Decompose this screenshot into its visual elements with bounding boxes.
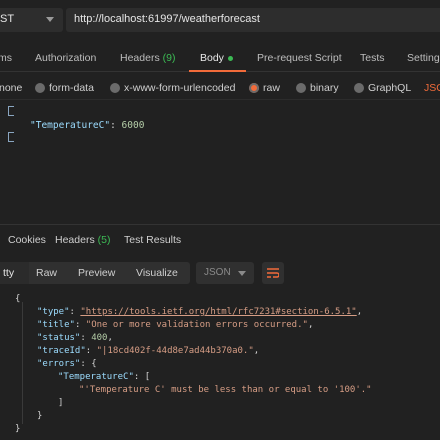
json-close-bracket: ]	[58, 398, 64, 408]
tab-pre-request-script[interactable]: Pre-request Script	[257, 52, 342, 64]
fold-open-icon	[8, 106, 14, 116]
request-value: 6000	[121, 120, 145, 131]
request-tabs: ms Authorization Headers (9) Body Pre-re…	[0, 46, 440, 72]
indent-guide	[22, 302, 23, 424]
json-errors-line: "errors": {	[37, 359, 97, 369]
tab-authorization[interactable]: Authorization	[35, 52, 96, 64]
response-toolbar: tty Raw Preview Visualize JSON	[0, 258, 440, 286]
chevron-down-icon	[238, 271, 246, 276]
radio-binary-label[interactable]: binary	[310, 82, 339, 94]
json-status-line: "status": 400,	[37, 333, 113, 343]
response-format-label: JSON	[204, 267, 231, 278]
tab-cookies[interactable]: Cookies	[8, 234, 46, 246]
tab-body[interactable]: Body	[200, 52, 233, 64]
request-body-line: "TemperatureC": 6000	[30, 120, 145, 131]
type-link[interactable]: "https://tools.ietf.org/html/rfc7231#sec…	[80, 307, 356, 317]
json-type-line: "type": "https://tools.ietf.org/html/rfc…	[37, 307, 363, 317]
radio-graphql-label[interactable]: GraphQL	[368, 82, 411, 94]
radio-button-form-data[interactable]	[35, 83, 45, 93]
tab-params[interactable]: ms	[0, 52, 12, 64]
json-close-inner: }	[37, 411, 43, 421]
url-input[interactable]: http://localhost:61997/weatherforecast	[66, 8, 440, 32]
radio-none[interactable]: none	[0, 82, 22, 94]
tab-response-headers[interactable]: Headers (5)	[55, 234, 110, 246]
active-tab-underline	[189, 70, 246, 72]
fold-close-icon	[8, 132, 14, 142]
json-close-brace: }	[15, 424, 21, 434]
headers-count: (9)	[162, 52, 176, 64]
view-pretty-button[interactable]: tty	[0, 262, 29, 284]
request-url-bar: ST http://localhost:61997/weatherforecas…	[0, 0, 440, 40]
http-method-label: ST	[0, 13, 15, 25]
http-method-select[interactable]: ST	[0, 8, 63, 32]
tab-headers[interactable]: Headers (9)	[120, 52, 175, 64]
json-temperature-key-line: "TemperatureC": [	[58, 372, 151, 382]
json-traceid-line: "traceId": "|18cd402f-44d8e7ad44b370a0."…	[37, 346, 260, 356]
json-open-brace: {	[15, 294, 21, 304]
radio-button-graphql[interactable]	[354, 83, 364, 93]
url-text: http://localhost:61997/weatherforecast	[74, 13, 260, 25]
request-key: "TemperatureC"	[30, 120, 111, 131]
raw-format-select[interactable]: JSON	[424, 82, 440, 94]
json-error-message: "'Temperature C' must be less than or eq…	[79, 385, 372, 395]
wrap-lines-button[interactable]	[262, 262, 284, 284]
body-type-options: none form-data x-www-form-urlencoded raw…	[0, 76, 440, 100]
view-visualize-button[interactable]: Visualize	[127, 262, 187, 284]
radio-urlencoded-label[interactable]: x-www-form-urlencoded	[124, 82, 235, 94]
response-body[interactable]: { "type": "https://tools.ietf.org/html/r…	[0, 290, 440, 440]
request-body-editor[interactable]: "TemperatureC": 6000	[0, 102, 440, 222]
tab-settings[interactable]: Settings	[407, 52, 440, 64]
response-headers-count: (5)	[97, 234, 111, 246]
body-indicator-dot	[227, 55, 233, 61]
tab-test-results[interactable]: Test Results	[124, 234, 181, 246]
tab-tests[interactable]: Tests	[360, 52, 385, 64]
view-raw-button[interactable]: Raw	[27, 262, 66, 284]
response-format-select[interactable]: JSON	[196, 262, 254, 284]
radio-button-binary[interactable]	[296, 83, 306, 93]
json-title-line: "title": "One or more validation errors …	[37, 320, 314, 330]
view-preview-button[interactable]: Preview	[69, 262, 124, 284]
chevron-down-icon	[46, 17, 54, 22]
radio-form-data-label[interactable]: form-data	[49, 82, 94, 94]
radio-button-raw[interactable]	[249, 83, 259, 93]
radio-raw-label[interactable]: raw	[263, 82, 280, 94]
response-tabs: Cookies Headers (5) Test Results	[0, 224, 440, 254]
radio-button-urlencoded[interactable]	[110, 83, 120, 93]
wrap-lines-icon	[267, 268, 279, 278]
